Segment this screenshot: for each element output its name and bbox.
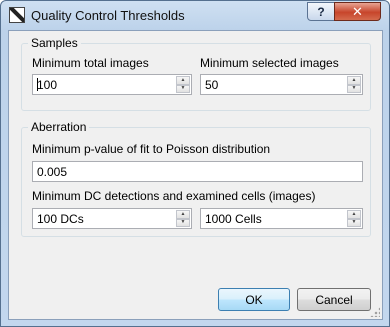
resize-grip-icon[interactable] <box>370 307 380 317</box>
min-selected-images-spinbox[interactable]: 50 ▲ ▼ <box>200 74 363 95</box>
examined-cells-spinbox[interactable]: 1000 Cells ▲ ▼ <box>200 208 363 229</box>
spin-up-icon[interactable]: ▲ <box>176 210 190 219</box>
close-icon: ✕ <box>352 3 363 19</box>
aberration-group: Aberration Minimum p-value of fit to Poi… <box>21 120 371 237</box>
dialog-client-area: Samples Minimum total images 100 ▲ ▼ Min… <box>8 30 383 320</box>
spin-arrows: ▲ ▼ <box>347 76 361 93</box>
dc-detections-spinbox[interactable]: 100 DCs ▲ ▼ <box>32 208 192 229</box>
min-total-images-label: Minimum total images <box>32 56 149 70</box>
cancel-button[interactable]: Cancel <box>297 288 371 311</box>
spin-down-icon[interactable]: ▼ <box>176 84 190 93</box>
spin-arrows: ▲ ▼ <box>176 210 190 227</box>
examined-cells-value: 1000 Cells <box>205 212 262 226</box>
dc-detections-label: Minimum DC detections and examined cells… <box>32 189 316 203</box>
ok-button-label: OK <box>245 292 263 307</box>
pvalue-label: Minimum p-value of fit to Poisson distri… <box>32 142 271 156</box>
spin-arrows: ▲ ▼ <box>347 210 361 227</box>
spin-up-icon[interactable]: ▲ <box>176 76 190 85</box>
help-button[interactable]: ? <box>307 2 335 21</box>
title-bar[interactable]: Quality Control Thresholds ? ✕ <box>1 1 389 31</box>
min-selected-images-value: 50 <box>205 78 219 92</box>
spin-up-icon[interactable]: ▲ <box>347 210 361 219</box>
help-icon: ? <box>317 4 325 19</box>
spin-down-icon[interactable]: ▼ <box>347 218 361 227</box>
spin-arrows: ▲ ▼ <box>176 76 190 93</box>
pvalue-field[interactable]: 0.005 <box>32 161 363 182</box>
min-selected-images-label: Minimum selected images <box>200 56 339 70</box>
close-button[interactable]: ✕ <box>334 2 381 21</box>
spin-down-icon[interactable]: ▼ <box>347 84 361 93</box>
cancel-button-label: Cancel <box>315 292 353 307</box>
spin-down-icon[interactable]: ▼ <box>176 218 190 227</box>
samples-group-title: Samples <box>28 36 81 50</box>
window-title: Quality Control Thresholds <box>31 8 185 23</box>
dc-detections-value: 100 DCs <box>37 212 84 226</box>
spin-up-icon[interactable]: ▲ <box>347 76 361 85</box>
min-total-images-value: 100 <box>37 78 58 92</box>
pvalue-value: 0.005 <box>37 165 68 179</box>
ok-button[interactable]: OK <box>218 288 290 311</box>
aberration-group-title: Aberration <box>28 120 90 134</box>
samples-group: Samples Minimum total images 100 ▲ ▼ Min… <box>21 36 371 111</box>
dialog-window: Quality Control Thresholds ? ✕ Samples M… <box>0 0 390 327</box>
app-icon <box>9 7 25 23</box>
min-total-images-spinbox[interactable]: 100 ▲ ▼ <box>32 74 192 95</box>
